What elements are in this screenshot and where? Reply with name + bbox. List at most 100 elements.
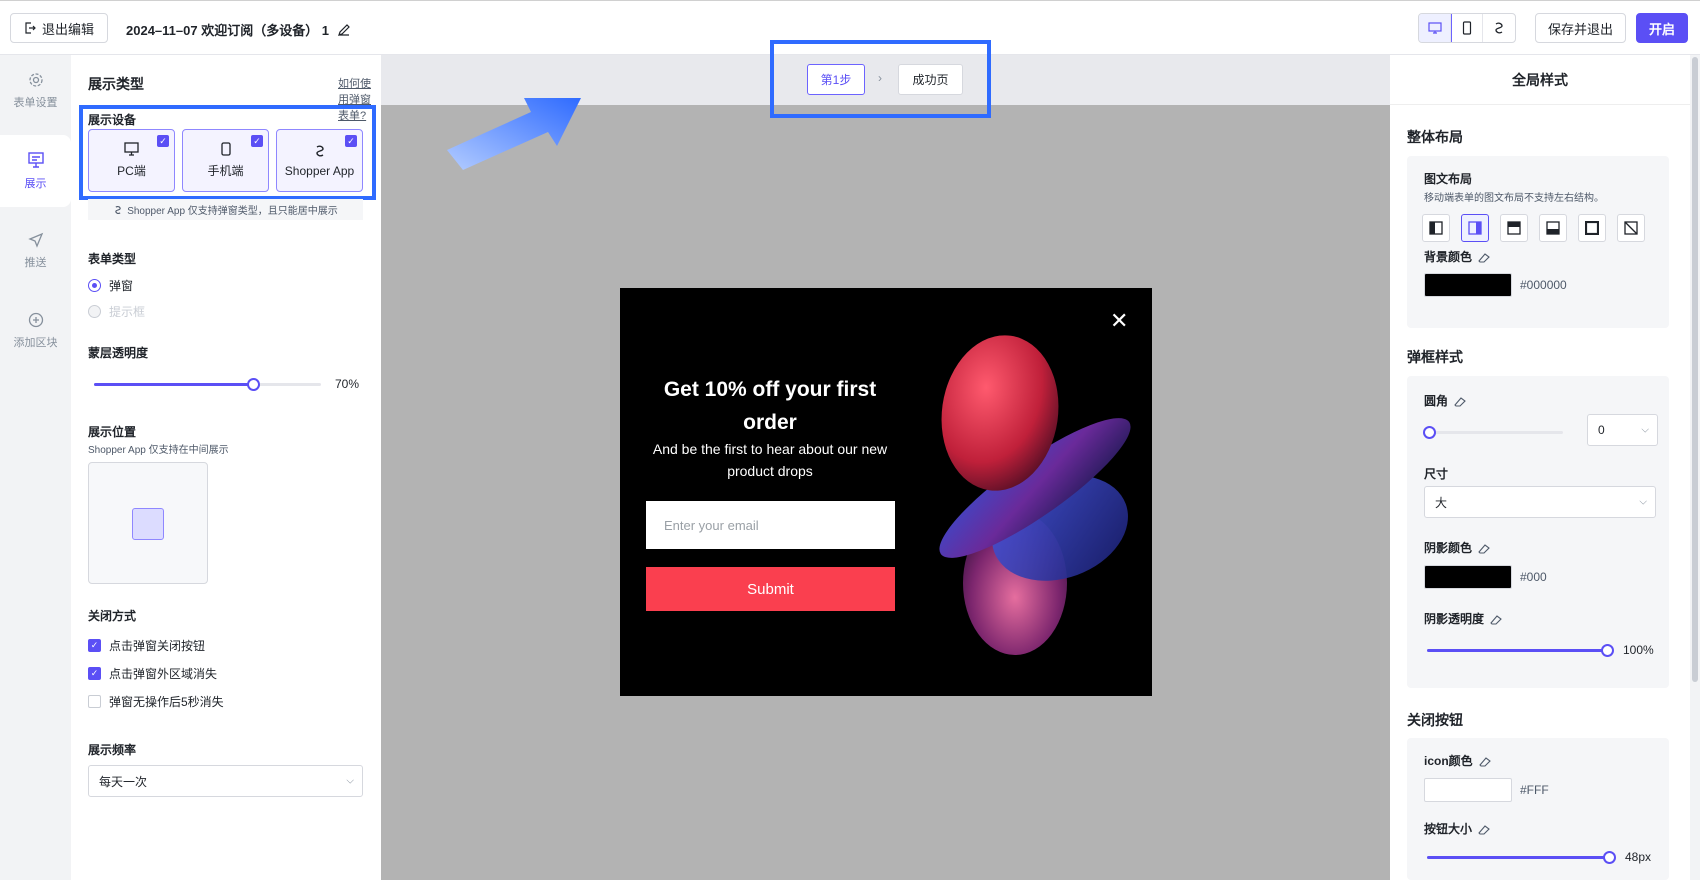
close-option-timeout[interactable]: 弹窗无操作后5秒消失 xyxy=(88,693,224,710)
popup-preview[interactable]: ✕ Get 10% off your first order And be th… xyxy=(620,288,1152,696)
shadow-opacity-slider[interactable] xyxy=(1427,644,1614,657)
eraser-icon[interactable] xyxy=(1478,823,1490,835)
scrollbar-thumb[interactable] xyxy=(1692,57,1698,682)
save-exit-button[interactable]: 保存并退出 xyxy=(1535,13,1626,43)
slider-fill xyxy=(1427,649,1607,652)
layout-option-bottom-image[interactable] xyxy=(1539,214,1567,242)
icon-color-hex: #FFF xyxy=(1520,783,1549,797)
button-size-label-text: 按钮大小 xyxy=(1424,822,1473,836)
exit-edit-button[interactable]: 退出编辑 xyxy=(10,13,108,43)
close-option-button[interactable]: ✓ 点击弹窗关闭按钮 xyxy=(88,637,205,654)
eraser-icon[interactable] xyxy=(1478,542,1490,554)
no-image-icon xyxy=(1624,221,1638,235)
gear-icon xyxy=(28,73,43,87)
position-label: 展示位置 xyxy=(88,425,137,439)
layout-option-left-image[interactable] xyxy=(1422,214,1450,242)
size-select[interactable]: 大 ⌵ xyxy=(1424,486,1656,518)
phone-icon xyxy=(1462,21,1471,35)
abstract-discs-image xyxy=(939,335,1131,655)
opacity-value: 70% xyxy=(335,377,360,391)
button-size-label: 按钮大小 xyxy=(1424,820,1490,837)
layout-option-top-image[interactable] xyxy=(1500,214,1528,242)
shadow-color-label: 阴影颜色 xyxy=(1424,539,1490,556)
radius-input[interactable]: 0 ⌵ xyxy=(1587,414,1658,446)
button-size-value: 48px xyxy=(1625,850,1652,864)
slider-handle[interactable] xyxy=(246,378,260,391)
close-method-label: 关闭方式 xyxy=(88,609,137,623)
radius-value: 0 xyxy=(1598,423,1605,437)
checkbox-label: 点击弹窗外区域消失 xyxy=(109,667,218,681)
opacity-label: 蒙层透明度 xyxy=(88,346,149,360)
pc-preview-button[interactable] xyxy=(1419,14,1452,42)
layout-top-icon xyxy=(1507,221,1521,235)
eraser-icon[interactable] xyxy=(1478,755,1491,767)
global-style-title: 全局样式 xyxy=(1390,55,1690,105)
close-button-heading: 关闭按钮 xyxy=(1407,712,1463,728)
exit-icon xyxy=(25,22,36,34)
radio-popup[interactable]: 弹窗 xyxy=(88,277,133,294)
opacity-slider[interactable] xyxy=(94,378,321,391)
radius-label-text: 圆角 xyxy=(1424,394,1449,408)
shadow-color-swatch[interactable] xyxy=(1424,565,1512,589)
slider-handle[interactable] xyxy=(1603,851,1616,864)
highlight-box xyxy=(770,40,991,118)
box-style-heading: 弹框样式 xyxy=(1407,349,1463,365)
checkbox[interactable]: ✓ xyxy=(88,667,101,680)
checkbox-label: 点击弹窗关闭按钮 xyxy=(109,639,206,653)
chevron-down-icon: ⌵ xyxy=(1639,496,1647,508)
layout-full-icon xyxy=(1585,221,1599,235)
radio-tip-box[interactable]: 提示框 xyxy=(88,303,145,320)
checkbox-label: 弹窗无操作后5秒消失 xyxy=(109,695,224,709)
email-input[interactable]: Enter your email xyxy=(646,501,895,549)
eraser-icon[interactable] xyxy=(1454,395,1466,407)
radius-slider[interactable] xyxy=(1423,426,1563,439)
popup-title[interactable]: Get 10% off your first order xyxy=(645,373,895,439)
size-label: 尺寸 xyxy=(1424,467,1449,481)
icon-color-swatch[interactable] xyxy=(1424,778,1512,802)
layout-left-icon xyxy=(1429,221,1443,235)
left-nav: 表单设置 展示 推送 添加区块 xyxy=(0,55,71,880)
mobile-preview-button[interactable] xyxy=(1451,14,1483,42)
checkbox[interactable]: ✓ xyxy=(88,639,101,652)
frequency-select[interactable]: 每天一次 ⌵ xyxy=(88,765,363,797)
radio-label: 提示框 xyxy=(109,305,146,319)
eraser-icon[interactable] xyxy=(1478,251,1490,263)
bg-color-hex: #000000 xyxy=(1520,278,1567,292)
nav-add-block[interactable]: 添加区块 xyxy=(0,295,71,367)
app-preview-button[interactable] xyxy=(1483,14,1515,42)
size-value: 大 xyxy=(1435,495,1448,510)
bg-color-swatch[interactable] xyxy=(1424,273,1512,297)
nav-push[interactable]: 推送 xyxy=(0,215,71,287)
exit-edit-label: 退出编辑 xyxy=(41,21,94,37)
shadow-opacity-value: 100% xyxy=(1623,643,1654,657)
layout-heading: 整体布局 xyxy=(1407,129,1463,145)
scrollbar[interactable] xyxy=(1690,55,1700,880)
button-size-slider[interactable] xyxy=(1427,851,1616,864)
nav-label: 展示 xyxy=(24,178,47,190)
frequency-value: 每天一次 xyxy=(99,774,148,789)
position-center-cell[interactable] xyxy=(132,508,164,540)
nav-form-settings[interactable]: 表单设置 xyxy=(0,55,71,127)
display-icon xyxy=(27,152,44,168)
chevron-down-icon: ⌵ xyxy=(346,775,354,787)
position-picker[interactable] xyxy=(88,462,208,584)
display-type-heading: 展示类型 xyxy=(88,76,144,92)
layout-option-no-image[interactable] xyxy=(1617,214,1645,242)
checkbox[interactable] xyxy=(88,695,101,708)
nav-display[interactable]: 展示 xyxy=(0,135,71,207)
slider-handle[interactable] xyxy=(1423,426,1436,439)
close-option-outside[interactable]: ✓ 点击弹窗外区域消失 xyxy=(88,665,217,682)
eraser-icon[interactable] xyxy=(1490,613,1502,625)
edit-pencil-icon[interactable] xyxy=(337,23,351,37)
nav-label: 添加区块 xyxy=(13,337,58,349)
slider-handle[interactable] xyxy=(1601,644,1614,657)
enable-button[interactable]: 开启 xyxy=(1636,13,1688,43)
submit-button[interactable]: Submit xyxy=(646,567,895,611)
preview-canvas: 第1步 › 成功页 ✕ Get 10% off your first order… xyxy=(381,40,1390,880)
layout-option-right-image[interactable] xyxy=(1461,214,1489,242)
img-layout-note: 移动端表单的图文布局不支持左右结构。 xyxy=(1424,193,1604,204)
position-note: Shopper App 仅支持在中间展示 xyxy=(88,445,229,456)
global-style-panel: 全局样式 整体布局 图文布局 移动端表单的图文布局不支持左右结构。 背景颜色 #… xyxy=(1390,55,1690,880)
popup-subtitle[interactable]: And be the first to hear about our new p… xyxy=(645,438,895,482)
layout-option-background-image[interactable] xyxy=(1578,214,1606,242)
